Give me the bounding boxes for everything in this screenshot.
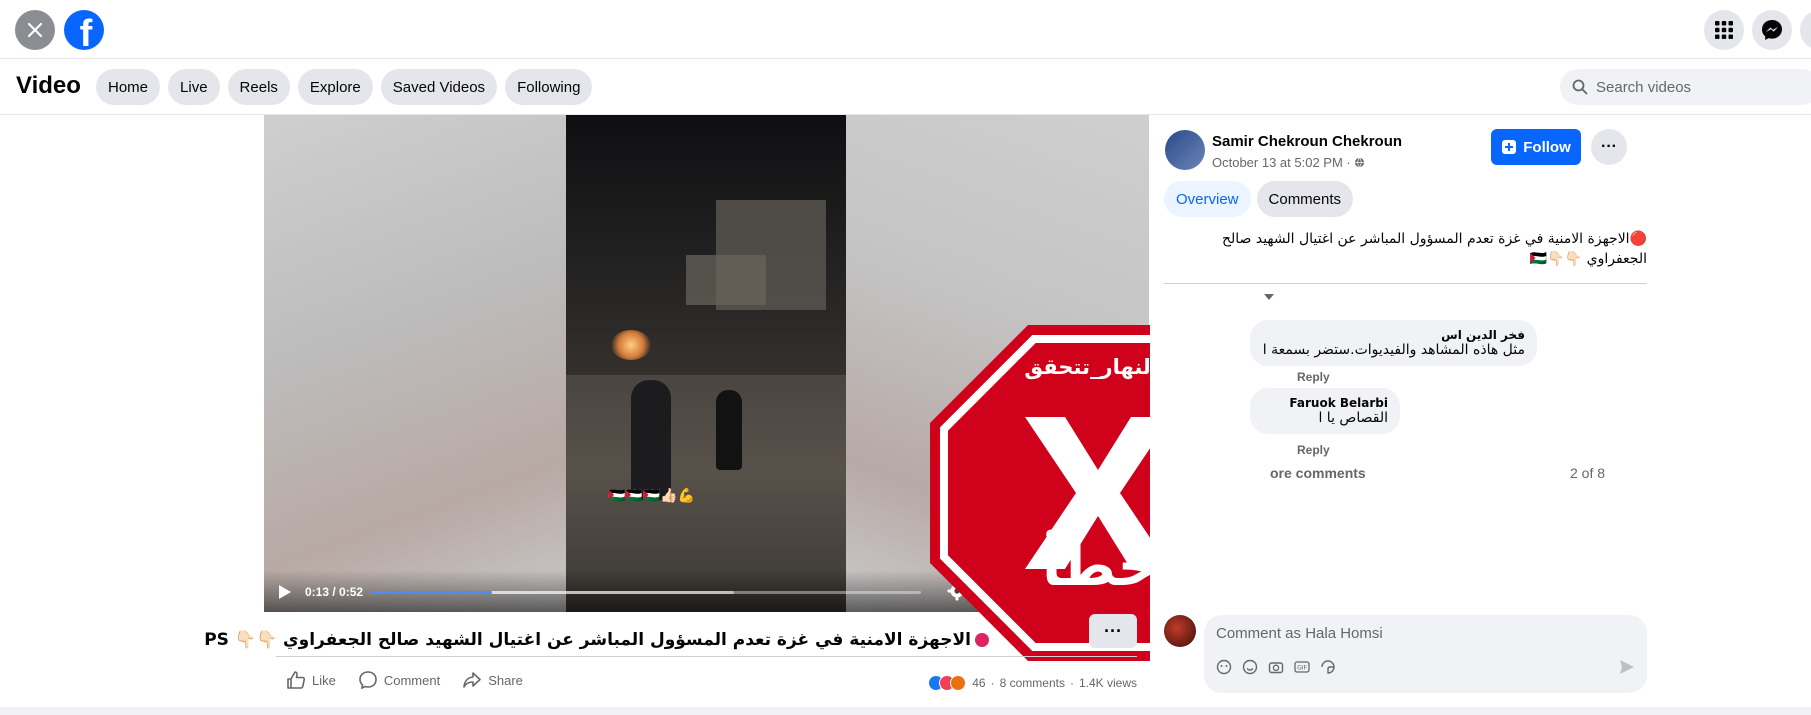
comment-tools: GIF [1216,659,1336,675]
like-button[interactable]: Like [286,670,336,690]
tab-comments[interactable]: Comments [1256,181,1354,217]
video-progress-bar[interactable] [371,591,921,594]
comment-reply-2[interactable]: Reply [1297,443,1330,457]
nav-pill-saved-videos[interactable]: Saved Videos [380,69,498,105]
follow-icon [1502,140,1517,154]
comment-author-1[interactable]: فخر الدين اس [1262,328,1525,342]
post-info: الاجهزة الامنية في غزة تعدم المسؤول المب… [204,612,1149,707]
follow-button[interactable]: Follow [1491,129,1581,165]
reaction-icons[interactable] [928,675,967,691]
post-stats: 46 · 8 comments · 1.4K views [928,675,1137,691]
side-tabs: Overview Comments [1164,181,1354,217]
messenger-button[interactable] [1752,10,1792,50]
video-light [611,330,651,360]
comment-placeholder: Comment as Hala Homsi [1216,625,1383,642]
video-overlay-emojis: 🇵🇸🇵🇸🇵🇸👍🏻💪 [608,487,696,503]
side-panel: Samir Chekroun Chekroun October 13 at 5:… [1150,115,1811,707]
camera-icon[interactable] [1268,659,1284,675]
share-icon [463,672,482,688]
post-date-text: October 13 at 5:02 PM · [1212,155,1351,170]
nav-pill-home[interactable]: Home [96,69,161,105]
globe-icon [1355,157,1365,168]
video-time: 0:13 / 0:52 [305,585,364,599]
video-person-2 [716,390,742,470]
comments-count[interactable]: 8 comments [1000,676,1065,690]
views-count: 1.4K views [1078,676,1137,690]
menu-grid-icon [1715,21,1733,39]
comment-text-2: القصاص يا ا [1318,410,1388,426]
nav-pill-explore[interactable]: Explore [297,69,373,105]
current-user-avatar[interactable] [1164,615,1196,647]
facebook-logo-icon[interactable]: f [64,10,104,50]
video-person [631,380,671,500]
gif-icon[interactable]: GIF [1294,659,1310,675]
video-nav-pills: Home Live Reels Explore Saved Videos Fol… [96,69,593,105]
comment-bubble-2: Faruok Belarbi القصاص يا ا [1250,388,1400,434]
red-dot-icon [975,633,989,647]
play-icon[interactable] [278,584,292,600]
emoji-icon[interactable] [1242,659,1258,675]
more-top-button[interactable] [1800,10,1811,50]
menu-button[interactable] [1704,10,1744,50]
post-caption-text: الاجهزة الامنية في غزة تعدم المسؤول المب… [204,630,971,650]
comment-label: Comment [383,672,441,688]
reaction-count[interactable]: 46 [972,676,985,690]
messenger-icon [1762,20,1782,40]
tab-overview[interactable]: Overview [1164,181,1251,217]
comments-pager: 2 of 8 [1570,465,1606,481]
close-icon [27,22,43,38]
top-bar: f [0,0,1811,59]
search-videos-input[interactable]: Search videos [1560,69,1811,105]
comment-text-1: مثل هاذه المشاهد والفيديوات.ستضر بسمعة ا [1262,342,1525,358]
post-date: October 13 at 5:02 PM · [1212,155,1365,170]
post-divider [276,656,1137,657]
search-placeholder: Search videos [1596,78,1692,96]
description-line-2: الجعفراوي 👇🏻👇🏻🇵🇸 [1529,251,1647,267]
search-icon [1572,79,1588,95]
post-actions: Like Comment Share [286,670,523,690]
side-more-button[interactable]: ··· [1591,129,1627,165]
post-more-button[interactable]: ··· [1089,614,1137,648]
post-caption: الاجهزة الامنية في غزة تعدم المسؤول المب… [204,630,989,650]
svg-text:GIF: GIF [1297,665,1307,672]
comment-icon [359,671,377,690]
sticker-icon[interactable] [1320,659,1336,675]
avatar-sticker-icon[interactable] [1216,659,1232,675]
side-divider [1164,283,1647,284]
video-blur-left [264,115,566,612]
like-icon [287,671,306,689]
comment-button[interactable]: Comment [358,670,440,690]
like-label: Like [312,672,336,688]
chevron-down-icon[interactable] [1263,293,1275,301]
comment-input[interactable]: Comment as Hala Homsi GIF [1204,615,1647,693]
page-title: Video [16,72,81,99]
video-building-2 [686,255,766,305]
nav-pill-live[interactable]: Live [168,69,220,105]
video-nav-bar: Video Home Live Reels Explore Saved Vide… [0,59,1811,115]
send-icon[interactable] [1619,659,1635,675]
main-content: 🇵🇸🇵🇸🇵🇸👍🏻💪 0:13 / 0:52 CC # [0,115,1811,707]
share-button[interactable]: Share [462,670,523,690]
nav-pill-following[interactable]: Following [505,69,593,105]
angry-reaction-icon [950,675,967,691]
comment-bubble-1: فخر الدين اس مثل هاذه المشاهد والفيديوات… [1250,320,1537,366]
video-progress-fill [371,591,492,594]
post-description: 🔴الاجهزة الامنية في غزة تعدم المسؤول الم… [1207,229,1647,269]
share-label: Share [488,672,523,688]
nav-pill-reels[interactable]: Reels [227,69,290,105]
follow-label: Follow [1523,138,1571,156]
comment-author-2[interactable]: Faruok Belarbi [1262,396,1388,410]
poster-name[interactable]: Samir Chekroun Chekroun [1212,133,1402,150]
close-button[interactable] [15,10,55,50]
description-line-1: 🔴الاجهزة الامنية في غزة تعدم المسؤول الم… [1221,231,1647,247]
comment-reply-1[interactable]: Reply [1297,370,1330,384]
view-more-comments[interactable]: ore comments [1270,465,1366,481]
video-frame: 🇵🇸🇵🇸🇵🇸👍🏻💪 [566,115,846,612]
poster-avatar[interactable] [1165,130,1205,170]
